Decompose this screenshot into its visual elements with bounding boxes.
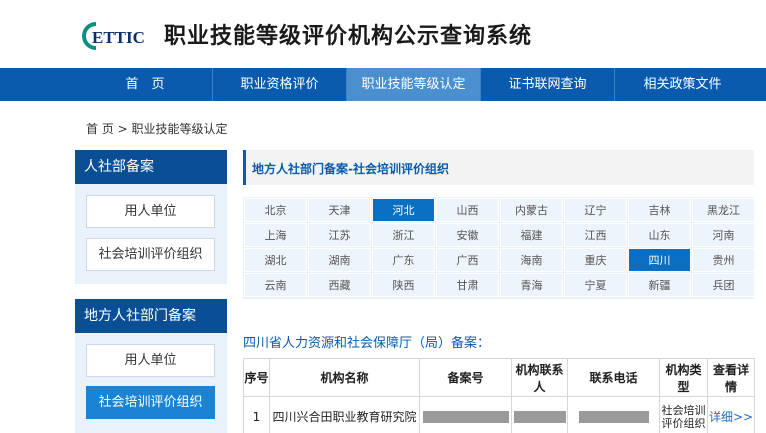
sidebar-item-local-training-org[interactable]: 社会培训评价组织 [86,386,215,419]
ettic-logo[interactable]: ETTIC [82,20,154,52]
panel-header: 地方人社部门备案-社会培训评价组织 [243,150,754,185]
sidebar-item-local-employer[interactable]: 用人单位 [86,344,215,377]
org-table: 序号 机构名称 备案号 机构联系人 联系电话 机构类型 查看详情 1 四川兴合田… [243,358,755,433]
sidebar-mohrss-filing: 人社部备案 用人单位 社会培训评价组织 [75,150,227,284]
detail-link[interactable]: 详细>> [709,410,753,424]
cell-filing-no [419,396,512,433]
province-item[interactable]: 海南 [500,248,563,272]
province-item[interactable]: 湖北 [244,248,307,272]
province-item[interactable]: 黑龙江 [692,198,755,222]
nav-certificate-query[interactable]: 证书联网查询 [481,68,615,101]
nav-home[interactable]: 首 页 [78,68,213,101]
redacted-block [578,411,649,423]
province-item[interactable]: 宁夏 [564,273,627,297]
province-item[interactable]: 山西 [436,198,499,222]
province-item[interactable]: 四川 [628,248,691,272]
nav-qualification-evaluation[interactable]: 职业资格评价 [213,68,347,101]
table-row: 1 四川兴合田职业教育研究院 社会培训评价组织 详细>> [243,396,755,433]
site-header: ETTIC 职业技能等级评价机构公示查询系统 [0,0,766,68]
province-item[interactable]: 安徽 [436,223,499,247]
breadcrumb: 首 页 > 职业技能等级认定 [86,122,228,136]
province-item[interactable]: 湖南 [308,248,371,272]
col-header-index: 序号 [243,358,270,397]
province-item[interactable]: 内蒙古 [500,198,563,222]
col-header-phone: 联系电话 [567,358,660,397]
province-item[interactable]: 广东 [372,248,435,272]
province-item[interactable]: 青海 [500,273,563,297]
result-title: 四川省人力资源和社会保障厅（局）备案： [243,336,491,351]
nav-policy-documents[interactable]: 相关政策文件 [615,68,750,101]
col-header-detail: 查看详情 [707,358,755,397]
province-item[interactable]: 广西 [436,248,499,272]
cell-index: 1 [243,396,270,433]
sidebar-title-local: 地方人社部门备案 [75,299,227,333]
province-item[interactable]: 云南 [244,273,307,297]
panel-title: 地方人社部门备案-社会培训评价组织 [252,162,449,176]
province-item[interactable]: 山东 [628,223,691,247]
col-header-filing-no: 备案号 [419,358,512,397]
province-item[interactable]: 北京 [244,198,307,222]
col-header-contact: 机构联系人 [511,358,568,397]
svg-text:ETTIC: ETTIC [92,28,145,47]
redacted-block [422,411,509,423]
province-item[interactable]: 福建 [500,223,563,247]
province-item[interactable]: 天津 [308,198,371,222]
province-item[interactable]: 上海 [244,223,307,247]
province-item[interactable]: 陕西 [372,273,435,297]
cell-name: 四川兴合田职业教育研究院 [269,396,420,433]
province-item[interactable]: 贵州 [692,248,755,272]
sidebar-item-employer[interactable]: 用人单位 [86,195,215,228]
province-item[interactable]: 河北 [372,198,435,222]
province-item[interactable]: 重庆 [564,248,627,272]
province-item[interactable]: 新疆 [628,273,691,297]
province-item[interactable]: 兵团 [692,273,755,297]
province-item[interactable]: 江西 [564,223,627,247]
province-item[interactable]: 吉林 [628,198,691,222]
cell-contact [511,396,568,433]
nav-skill-level-certification[interactable]: 职业技能等级认定 [347,68,481,101]
cell-type: 社会培训评价组织 [659,396,708,433]
province-item[interactable]: 河南 [692,223,755,247]
site-title: 职业技能等级评价机构公示查询系统 [164,24,533,49]
cell-phone [567,396,660,433]
sidebar-local-filing: 地方人社部门备案 用人单位 社会培训评价组织 [75,299,227,433]
cell-detail: 详细>> [707,396,755,433]
province-item[interactable]: 西藏 [308,273,371,297]
province-item[interactable]: 辽宁 [564,198,627,222]
table-header-row: 序号 机构名称 备案号 机构联系人 联系电话 机构类型 查看详情 [243,358,755,397]
province-item[interactable]: 甘肃 [436,273,499,297]
col-header-type: 机构类型 [659,358,708,397]
province-item[interactable]: 浙江 [372,223,435,247]
col-header-name: 机构名称 [269,358,420,397]
sidebar-title-mohrss: 人社部备案 [75,150,227,184]
sidebar-item-training-org[interactable]: 社会培训评价组织 [86,238,215,271]
main-nav: 首 页 职业资格评价 职业技能等级认定 证书联网查询 相关政策文件 [0,68,766,101]
province-item[interactable]: 江苏 [308,223,371,247]
province-grid: 北京 天津 河北 山西 内蒙古 辽宁 吉林 黑龙江上海 江苏 浙江 安徽 福建 江西 山东 河南湖北 湖南 广东… [243,197,755,299]
redacted-block [513,411,566,423]
